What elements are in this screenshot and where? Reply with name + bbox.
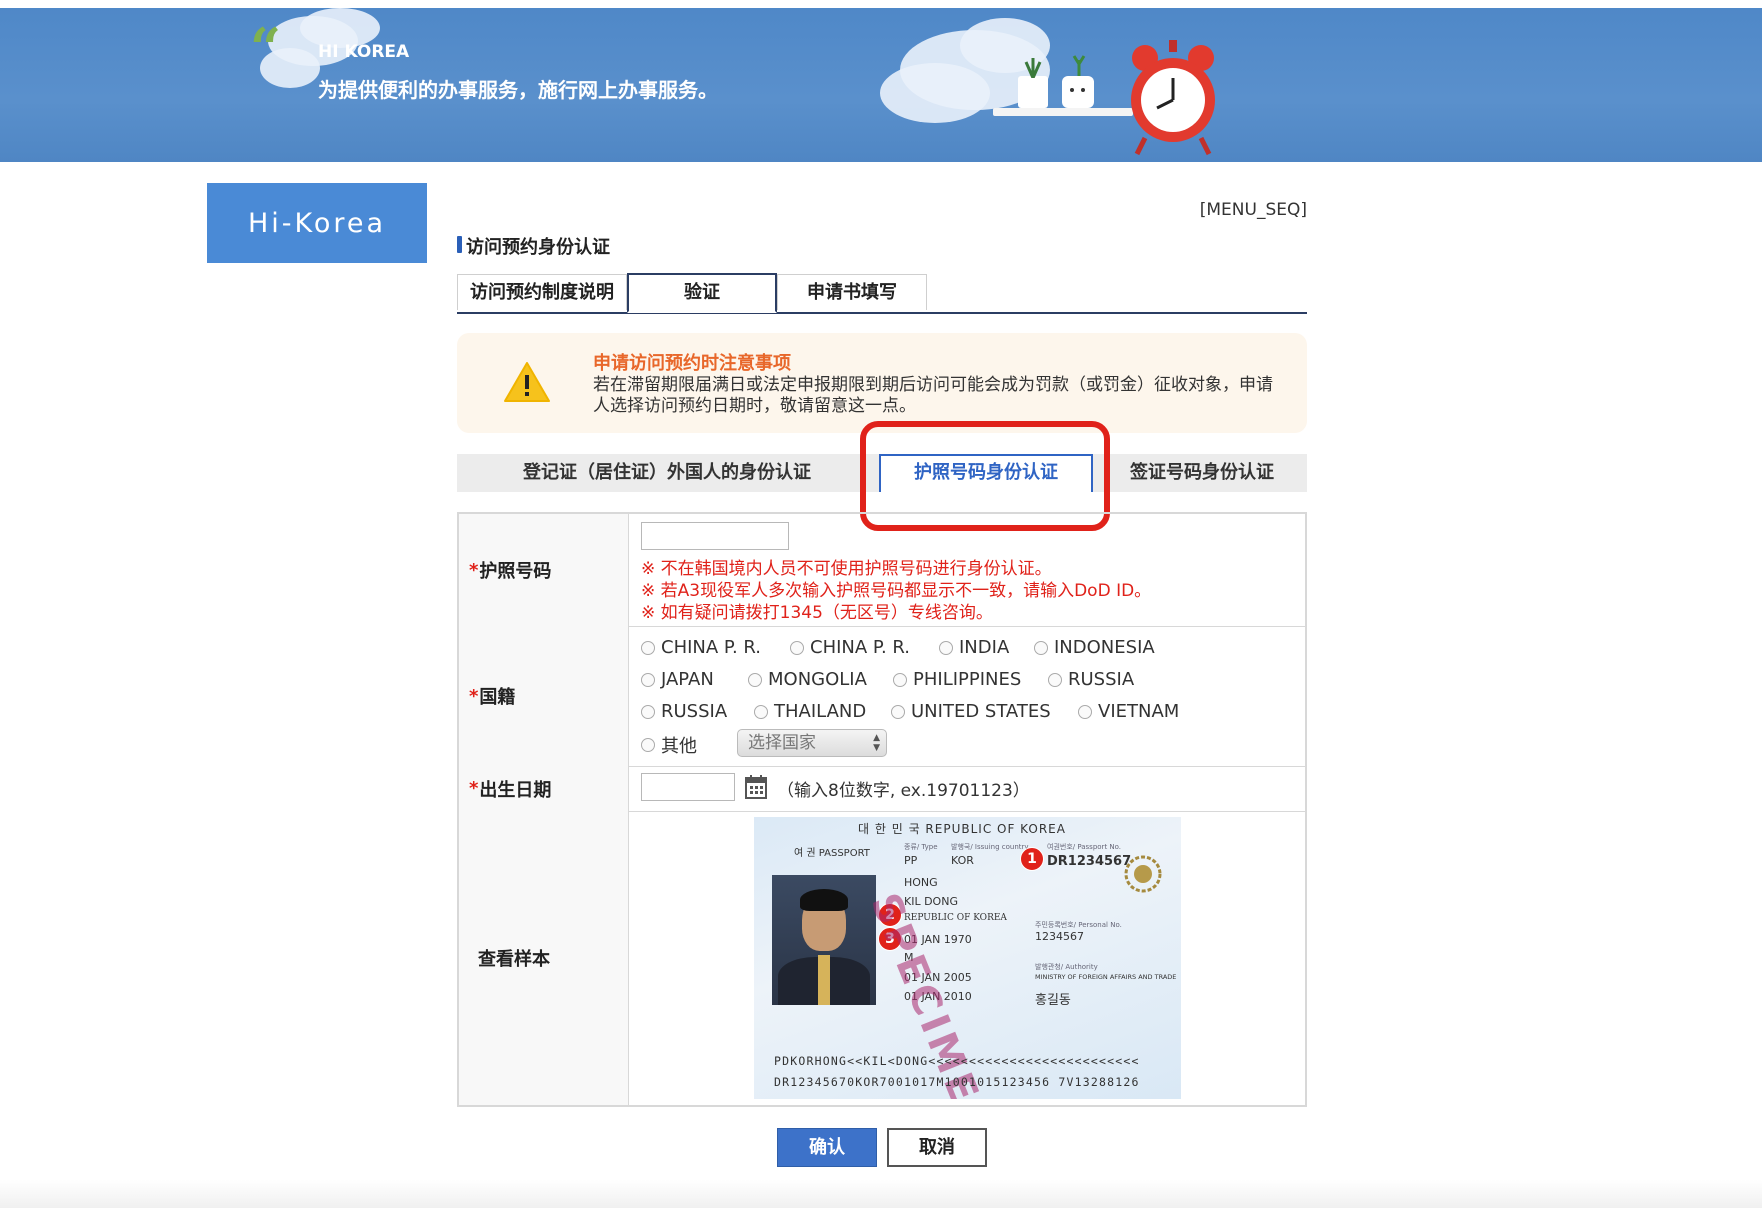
sprout-icon (1072, 54, 1086, 76)
radio-button[interactable] (790, 640, 804, 655)
passport-row: * 护照号码 ※ 不在韩国境内人员不可使用护照号码进行身份认证。 ※ 若A3现役军… (459, 514, 1305, 627)
nationality-option[interactable]: THAILAND (754, 701, 866, 722)
passport-korean-name: 홍길동 (1035, 993, 1071, 1008)
required-mark: * (469, 559, 479, 581)
nationality-row: * 国籍 CHINA P. R. CHINA P. R. INDIA INDONE… (459, 626, 1305, 767)
radio-button[interactable] (641, 640, 655, 655)
country-select-placeholder: 选择国家 (748, 733, 816, 753)
radio-button[interactable] (748, 672, 762, 687)
nationality-option[interactable]: MONGOLIA (748, 669, 867, 690)
confirm-button[interactable]: 确认 (777, 1128, 877, 1167)
passport-number-input[interactable] (641, 522, 789, 550)
nationality-option[interactable]: INDIA (939, 637, 1009, 658)
notice-box: 申请访问预约时注意事项 若在滞留期限届满日或法定申报期限到期后访问可能会成为罚款… (457, 333, 1307, 433)
tab-registration-card-auth[interactable]: 登记证（居住证）外国人的身份认证 (457, 454, 877, 492)
radio-button[interactable] (1078, 704, 1092, 719)
mrz-line-1: PDKORHONG<<KIL<DONG<<<<<<<<<<<<<<<<<<<<<… (774, 1054, 1140, 1068)
passport-authority: MINISTRY OF FOREIGN AFFAIRS AND TRADE (1035, 973, 1177, 981)
nationality-option-other[interactable]: 其他 (641, 732, 697, 758)
nationality-option[interactable]: UNITED STATES (891, 701, 1051, 722)
sample-row: 查看样本 대 한 민 국 REPUBLIC OF KOREA 여 권 PASSP… (459, 811, 1305, 1105)
marker-1: 1 (1020, 847, 1044, 871)
nationality-option[interactable]: VIETNAM (1078, 701, 1179, 722)
calendar-icon[interactable] (744, 774, 768, 800)
plant-pot-icon (1018, 76, 1048, 108)
passport-warning: ※ 如有疑问请拨打1345（无区号）专线咨询。 (641, 603, 993, 623)
radio-button[interactable] (939, 640, 953, 655)
banner-brand: HI KOREA (318, 42, 410, 62)
type-small: 종류/ Type (904, 843, 938, 851)
passport-doc-type: PP (904, 854, 918, 867)
nationality-option[interactable]: PHILIPPINES (893, 669, 1021, 690)
birth-label-text: 出生日期 (479, 779, 552, 801)
nationality-option[interactable]: CHINA P. R. (641, 637, 761, 658)
birth-label: * 出生日期 (459, 766, 629, 811)
passport-sample-image: 대 한 민 국 REPUBLIC OF KOREA 여 권 PASSPORT 종… (754, 817, 1181, 1099)
nationality-option[interactable]: RUSSIA (1048, 669, 1134, 690)
cancel-button[interactable]: 取消 (887, 1128, 987, 1167)
sample-label: 查看样本 (459, 811, 629, 1105)
birth-date-input[interactable] (641, 773, 735, 801)
country-select[interactable]: 选择国家 ▲ ▼ (737, 729, 887, 757)
radio-button[interactable] (891, 704, 905, 719)
site-logo[interactable]: Hi-Korea (207, 183, 427, 263)
radio-button[interactable] (641, 738, 655, 752)
page-title: 访问预约身份认证 (466, 237, 610, 258)
passport-personal-no: 1234567 (1035, 930, 1084, 943)
passport-country: KOR (951, 854, 974, 867)
passport-label: * 护照号码 (459, 514, 629, 626)
radio-button[interactable] (754, 704, 768, 719)
passport-no-small: 여권번호/ Passport No. (1047, 843, 1122, 851)
alarm-clock-icon (1125, 38, 1221, 158)
passport-label-text: 护照号码 (479, 561, 552, 582)
authority-small: 발행관청/ Authority (1035, 963, 1098, 971)
tab-application-form[interactable]: 申请书填写 (777, 274, 927, 310)
passport-type-label: 여 권 PASSPORT (794, 848, 870, 859)
radio-button[interactable] (641, 704, 655, 719)
required-mark: * (469, 778, 479, 799)
passport-nationality: REPUBLIC OF KOREA (904, 913, 1007, 923)
nationality-option[interactable]: CHINA P. R. (790, 637, 910, 658)
banner-tagline: 为提供便利的办事服务，施行网上办事服务。 (318, 78, 718, 102)
passport-surname: HONG (904, 876, 938, 889)
title-marker (457, 236, 462, 253)
mrz-line-2: DR12345670KOR7001017M1001015123456 7V132… (774, 1075, 1140, 1089)
tab-verification[interactable]: 验证 (627, 273, 777, 313)
auth-form: * 护照号码 ※ 不在韩国境内人员不可使用护照号码进行身份认证。 ※ 若A3现役军… (457, 512, 1307, 1107)
passport-photo (772, 875, 876, 1005)
radio-button[interactable] (893, 672, 907, 687)
tab-system-description[interactable]: 访问预约制度说明 (457, 274, 627, 310)
cloud-decoration (880, 63, 990, 123)
passport-number: DR1234567 (1047, 854, 1132, 869)
nationality-option[interactable]: JAPAN (641, 669, 714, 690)
notice-title: 申请访问预约时注意事项 (593, 353, 791, 374)
up-down-arrow-icon: ▲ ▼ (873, 733, 880, 753)
radio-button[interactable] (1034, 640, 1048, 655)
personal-no-small: 주민등록번호/ Personal No. (1035, 921, 1122, 929)
shelf-icon (993, 108, 1133, 116)
radio-button[interactable] (641, 672, 655, 687)
passport-header: 대 한 민 국 REPUBLIC OF KOREA (858, 822, 1066, 836)
menu-seq-text: [MENU_SEQ] (1199, 200, 1307, 220)
nationality-label: * 国籍 (459, 626, 629, 766)
required-mark: * (469, 685, 479, 707)
tab-visa-number-auth[interactable]: 签证号码身份认证 (1097, 454, 1307, 492)
nationality-option[interactable]: RUSSIA (641, 701, 727, 722)
radio-button[interactable] (1048, 672, 1062, 687)
nationality-option[interactable]: INDONESIA (1034, 637, 1155, 658)
cat-pot-icon (1062, 76, 1094, 108)
birth-row: * 出生日期 （输入8位数字, ex.19701123） (459, 766, 1305, 812)
header-banner: “ HI KOREA 为提供便利的办事服务，施行网上办事服务。 (0, 8, 1762, 162)
warning-triangle-icon (503, 361, 551, 403)
nationality-label-text: 国籍 (479, 687, 516, 708)
country-small: 발행국/ Issuing country (951, 843, 1029, 851)
plant-icon (1020, 58, 1046, 79)
korea-emblem-icon (1124, 855, 1162, 893)
top-tabs: 访问预约制度说明 验证 申请书填写 (457, 273, 1307, 314)
footer-shade (0, 1180, 1762, 1208)
quote-icon: “ (250, 16, 282, 80)
notice-body: 若在滞留期限届满日或法定申报期限到期后访问可能会成为罚款（或罚金）征收对象，申请… (593, 375, 1273, 416)
birth-hint: （输入8位数字, ex.19701123） (777, 781, 1030, 801)
